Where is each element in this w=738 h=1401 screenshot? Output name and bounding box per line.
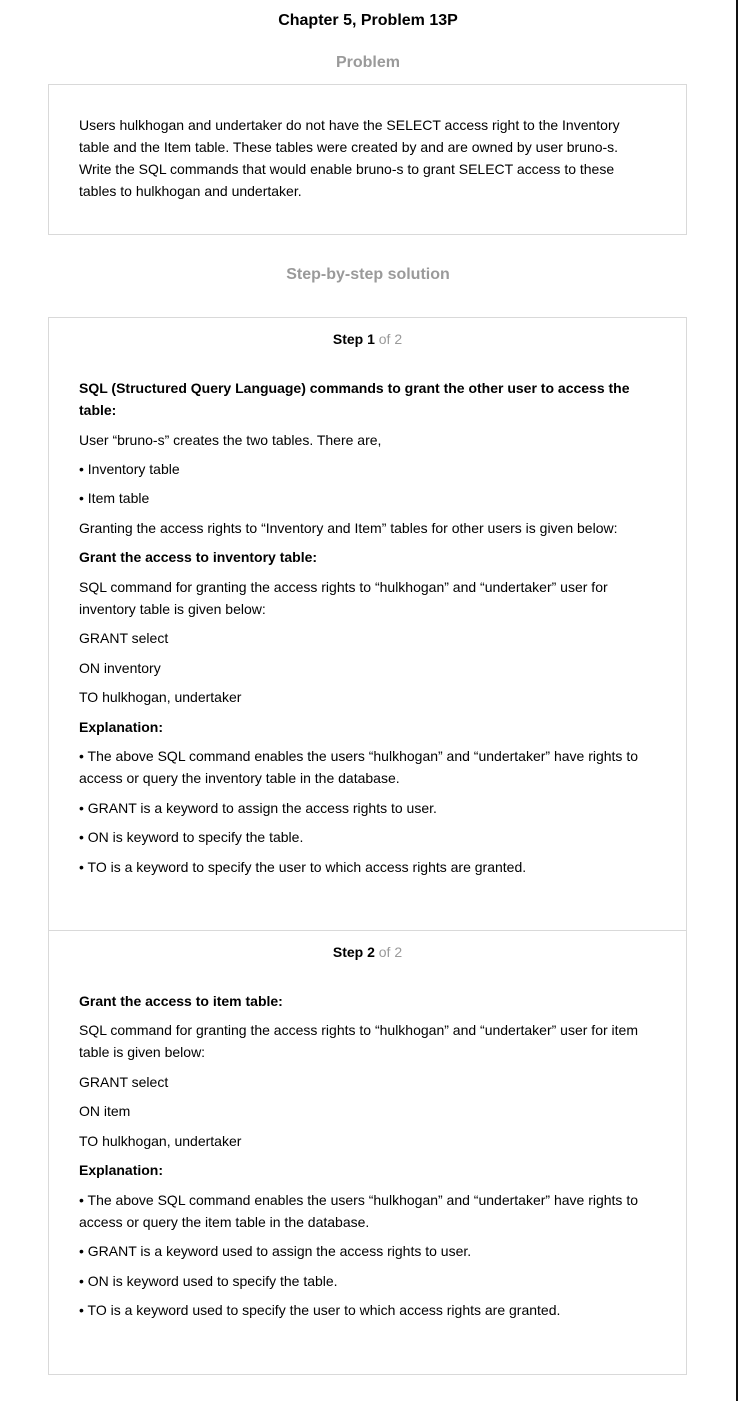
step-2-bullet: • ON is keyword used to specify the tabl… [79,1273,338,1289]
step-1-text: SQL command for granting the access righ… [79,579,608,617]
step-1-bullet: • TO is a keyword to specify the user to… [79,859,527,875]
step-2-header: Step 2 of 2 [49,944,686,960]
step-1-bullet: • Inventory table [79,461,180,477]
problem-heading: Problem [335,54,400,71]
step-1-count: of 2 [378,331,403,347]
step-1-sql-line: ON inventory [79,660,161,676]
step-1-label: Step 1 [332,331,375,347]
problem-box: Users hulkhogan and undertaker do not ha… [48,84,687,235]
step-2-sql-line: ON item [79,1103,131,1119]
page-title: Chapter 5, Problem 13P [278,12,458,29]
step-1-text: User “bruno-s” creates the two tables. T… [79,432,382,448]
step-2-label: Step 2 [332,944,375,960]
step-2-sql-line: GRANT select [79,1074,169,1090]
step-1-bullet: • GRANT is a keyword to assign the acces… [79,800,437,816]
step-1-intro-heading: SQL (Structured Query Language) commands… [79,380,630,418]
step-2-sql-line: TO hulkhogan, undertaker [79,1133,242,1149]
step-2-bullet: • The above SQL command enables the user… [79,1192,639,1230]
step-1-bullet: • Item table [79,490,150,506]
step-2-bullet: • GRANT is a keyword used to assign the … [79,1243,472,1259]
solution-heading: Step-by-step solution [286,266,450,283]
step-1-bullet: • The above SQL command enables the user… [79,748,639,786]
solution-box: Step 1 of 2 SQL (Structured Query Langua… [48,317,687,1375]
step-1-subheading: Grant the access to inventory table: [79,549,318,565]
problem-text: Users hulkhogan and undertaker do not ha… [79,117,620,199]
step-1-explanation-heading: Explanation: [79,719,164,735]
step-2: Step 2 of 2 Grant the access to item tab… [49,930,686,1375]
step-2-subheading: Grant the access to item table: [79,993,283,1009]
step-2-count: of 2 [378,944,403,960]
step-1-sql-line: TO hulkhogan, undertaker [79,689,242,705]
step-2-explanation-heading: Explanation: [79,1162,164,1178]
step-1-sql-line: GRANT select [79,630,169,646]
step-1-text: Granting the access rights to “Inventory… [79,520,618,536]
step-1-bullet: • ON is keyword to specify the table. [79,829,304,845]
step-2-text: SQL command for granting the access righ… [79,1022,638,1060]
step-2-bullet: • TO is a keyword used to specify the us… [79,1302,561,1318]
step-1: Step 1 of 2 SQL (Structured Query Langua… [49,318,686,930]
step-1-header: Step 1 of 2 [49,331,686,347]
